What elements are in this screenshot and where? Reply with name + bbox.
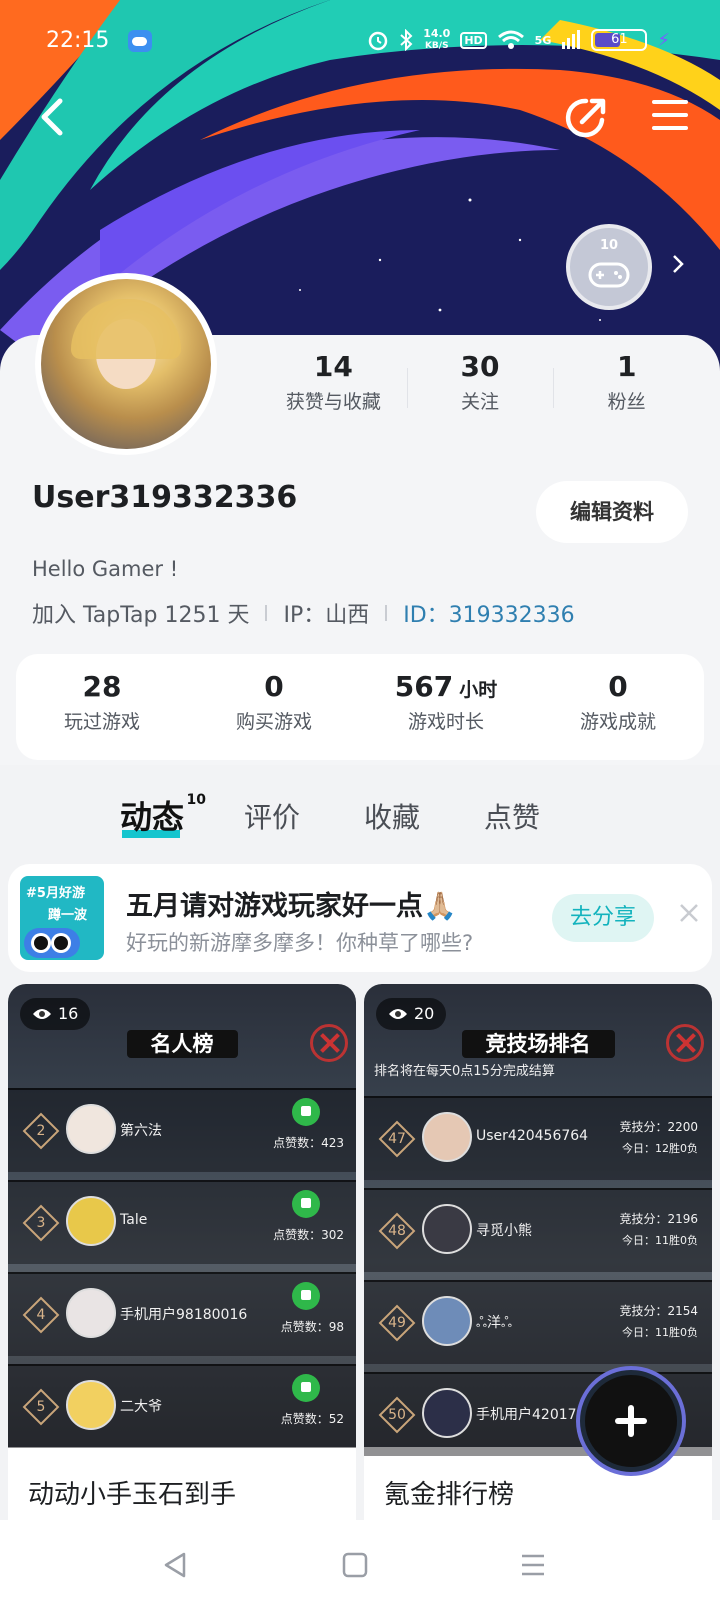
list-item: 48 寻觅小熊 竞技分：2196 今日：11胜0负 [364, 1188, 712, 1272]
edit-profile-button[interactable]: 编辑资料 [536, 481, 688, 543]
network-type: 5G [534, 33, 552, 47]
hd-icon: HD [460, 31, 487, 49]
close-icon[interactable] [678, 902, 700, 924]
thumb-up-icon [292, 1098, 320, 1126]
tab-feed-count: 10 [186, 792, 207, 808]
charging-icon: ⚡ [657, 29, 670, 51]
wifi-icon [497, 30, 524, 49]
avatar-image [41, 279, 211, 449]
divider [385, 605, 388, 621]
list-item: 4 手机用户98180016 点赞数：98 [8, 1272, 356, 1356]
player-avatar [66, 1288, 116, 1338]
share-icon[interactable] [562, 94, 610, 142]
thumb-up-icon [292, 1282, 320, 1310]
nav-recents-icon[interactable] [518, 1550, 548, 1580]
tab-likes[interactable]: 点赞 [484, 796, 540, 836]
promo-subtitle: 好玩的新游摩多摩多！你种草了哪些? [126, 931, 474, 955]
thumb-up-icon [292, 1190, 320, 1218]
create-post-button[interactable] [580, 1370, 682, 1472]
eye-icon [33, 1009, 51, 1019]
nav-back-icon[interactable] [160, 1550, 190, 1580]
eye-icon [389, 1009, 407, 1019]
promo-thumbnail: #5月好游 蹲一波 [20, 876, 104, 960]
bluetooth-icon [400, 29, 413, 51]
nav-home-icon[interactable] [340, 1550, 370, 1580]
list-item: 49 ஃ洋ஃ 竞技分：2154 今日：11胜0负 [364, 1280, 712, 1364]
thumb-up-icon [292, 1374, 320, 1402]
stat-play-time[interactable]: 567 小时 游戏时长 [360, 654, 532, 760]
ip-location: IP：山西 [283, 603, 370, 628]
player-avatar [422, 1204, 472, 1254]
stat-likes[interactable]: 14 获赞与收藏 [260, 350, 407, 420]
chevron-right-icon[interactable] [668, 252, 688, 276]
join-days: 加入 TapTap 1251 天 [32, 603, 250, 628]
list-item: 2 第六法 点赞数：423 [8, 1088, 356, 1172]
post-screenshot: 20 竞技场排名 排名将在每天0点15分完成结算 47 User42045676… [364, 984, 712, 1456]
stat-followers[interactable]: 1 粉丝 [553, 350, 700, 420]
tab-feed[interactable]: 动态 10 [120, 792, 206, 838]
view-count: 16 [20, 998, 91, 1030]
list-item: 47 User420456764 竞技分：2200 今日：12胜0负 [364, 1096, 712, 1180]
game-stats-card: 28 玩过游戏 0 购买游戏 567 小时 游戏时长 0 游戏成就 [16, 654, 704, 760]
tab-favorites[interactable]: 收藏 [364, 796, 420, 836]
back-icon[interactable] [32, 95, 72, 139]
tab-reviews[interactable]: 评价 [244, 796, 300, 836]
social-stats: 14 获赞与收藏 30 关注 1 粉丝 [260, 350, 700, 420]
post-screenshot: 16 名人榜 2 第六法 点赞数：423 3 Tale 点赞数：302 4 手机… [8, 984, 356, 1448]
content-tabs: 动态 10 评价 收藏 点赞 [0, 792, 720, 846]
promo-title: 五月请对游戏玩家好一点🙏🏼 [126, 891, 457, 922]
system-navigation-bar [0, 1520, 720, 1608]
user-id[interactable]: ID：319332336 [403, 597, 574, 629]
weather-icon [128, 30, 152, 52]
clock: 22:15 [46, 28, 110, 53]
go-share-button[interactable]: 去分享 [552, 894, 654, 942]
stat-following[interactable]: 30 关注 [406, 350, 554, 420]
menu-icon[interactable] [652, 100, 688, 132]
alarm-icon [368, 31, 388, 51]
player-avatar [422, 1296, 472, 1346]
network-speed: 14.0 KB/S [423, 27, 451, 51]
username: User319332336 [32, 480, 298, 515]
divider [265, 605, 268, 621]
promo-banner[interactable]: #5月好游 蹲一波 五月请对游戏玩家好一点🙏🏼 好玩的新游摩多摩多！你种草了哪些… [8, 864, 712, 972]
stat-games-played[interactable]: 28 玩过游戏 [16, 654, 188, 760]
signal-icon [562, 30, 581, 49]
player-avatar [66, 1196, 116, 1246]
profile-meta: 加入 TapTap 1251 天 IP：山西 ID：319332336 [32, 597, 575, 629]
player-avatar [422, 1388, 472, 1438]
avatar[interactable] [35, 273, 217, 455]
list-item: 3 Tale 点赞数：302 [8, 1180, 356, 1264]
close-game-icon [310, 1024, 348, 1062]
player-avatar [66, 1104, 116, 1154]
status-bar: 22:15 14.0 KB/S HD 5G 61 ⚡ [0, 20, 720, 64]
player-avatar [422, 1112, 472, 1162]
bio: Hello Gamer ! [32, 557, 179, 581]
player-avatar [66, 1380, 116, 1430]
view-count: 20 [376, 998, 447, 1030]
stat-achievements[interactable]: 0 游戏成就 [532, 654, 704, 760]
stat-games-bought[interactable]: 0 购买游戏 [188, 654, 360, 760]
gamepad-icon [588, 262, 630, 288]
post-title: 动动小手玉石到手 [28, 1480, 237, 1510]
list-item: 5 二大爷 点赞数：52 [8, 1364, 356, 1448]
achievement-badge[interactable]: 10 [566, 224, 652, 310]
close-game-icon [666, 1024, 704, 1062]
battery-icon: 61 [591, 29, 648, 51]
post-title: 氪金排行榜 [384, 1480, 515, 1510]
post-card[interactable]: 16 名人榜 2 第六法 点赞数：423 3 Tale 点赞数：302 4 手机… [8, 984, 356, 1524]
